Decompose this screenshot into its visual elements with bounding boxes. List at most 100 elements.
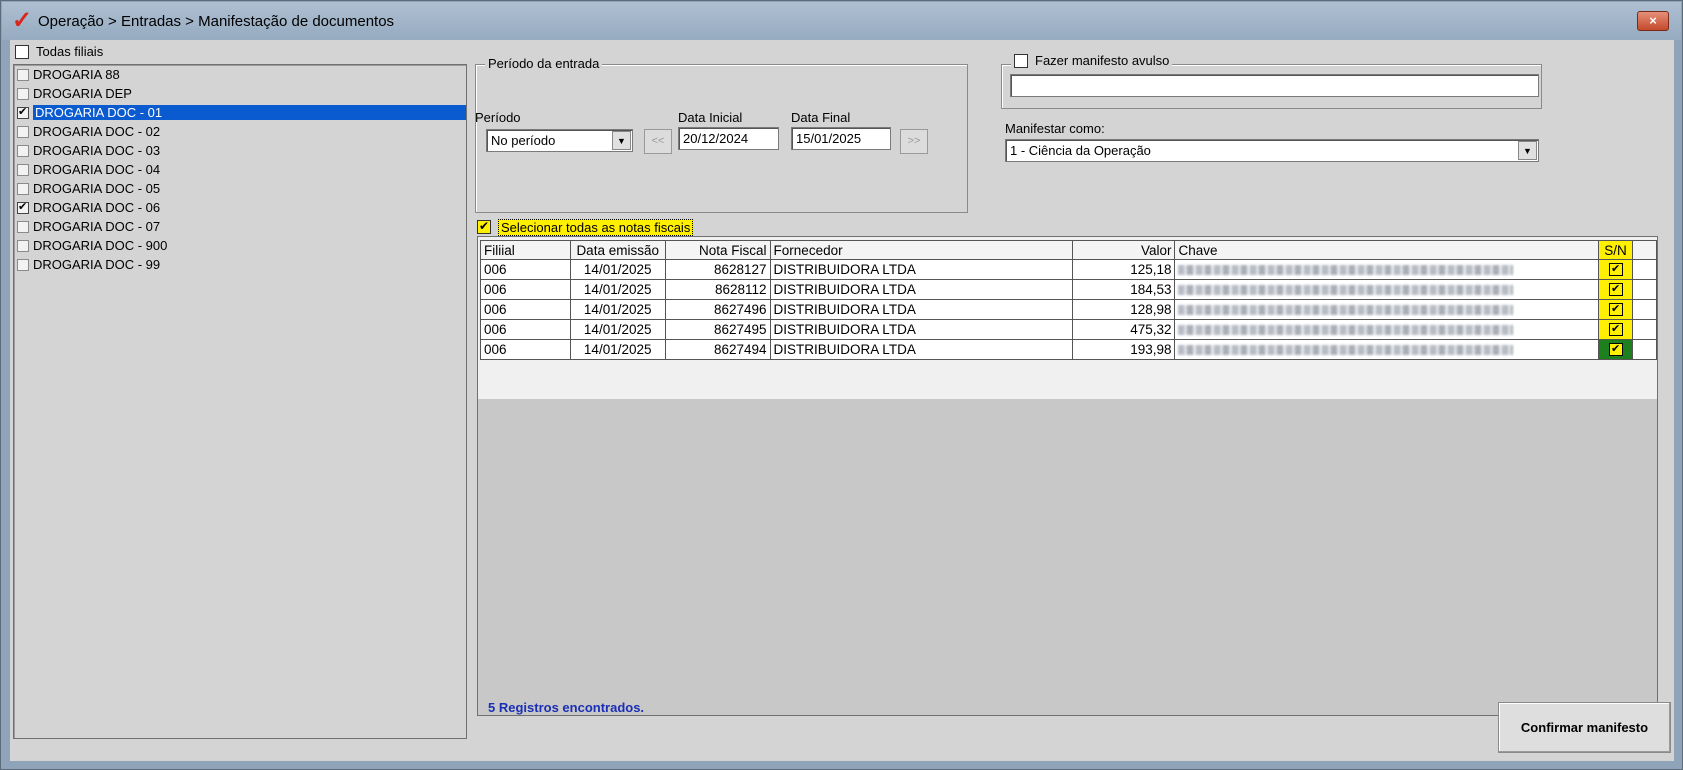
filial-list-item[interactable]: DROGARIA DOC - 02 (14, 122, 466, 141)
table-row[interactable]: 006 14/01/2025 8627494 DISTRIBUIDORA LTDA 19… (480, 339, 1657, 360)
cell-nota-fiscal: 8628112 (664, 279, 771, 300)
avulso-checkbox[interactable]: Fazer manifesto avulso (1011, 53, 1173, 68)
cell-filial: 006 (480, 319, 571, 340)
checkbox-icon[interactable] (17, 182, 29, 195)
table-row[interactable]: 006 14/01/2025 8628127 DISTRIBUIDORA LTDA 12… (480, 259, 1657, 280)
col-header-filial[interactable]: Filiial (480, 240, 571, 260)
filial-label: DROGARIA DOC - 06 (33, 200, 161, 215)
cell-chave (1174, 259, 1600, 280)
filial-label: DROGARIA DOC - 05 (33, 181, 161, 196)
cell-chave (1174, 279, 1600, 300)
cell-sn[interactable]: ✔ (1598, 299, 1634, 320)
checkbox-checked-icon[interactable] (17, 200, 29, 214)
filial-list-item[interactable]: DROGARIA DOC - 07 (14, 217, 466, 236)
cell-sn[interactable]: ✔ (1598, 279, 1634, 300)
cell-filial: 006 (480, 299, 571, 320)
col-header-sn[interactable]: S/N (1598, 240, 1634, 260)
avulso-input[interactable] (1010, 74, 1539, 97)
periodo-label: Período (475, 110, 521, 125)
table-row[interactable]: 006 14/01/2025 8627496 DISTRIBUIDORA LTDA 12… (480, 299, 1657, 320)
redacted-key (1178, 305, 1514, 316)
checkbox-icon[interactable] (17, 125, 29, 138)
confirmar-manifesto-button[interactable]: Confirmar manifesto (1498, 702, 1671, 753)
sn-checkbox[interactable]: ✔ (1608, 343, 1623, 356)
cell-chave (1174, 299, 1600, 320)
avulso-label: Fazer manifesto avulso (1035, 53, 1170, 68)
checkbox-icon[interactable] (17, 144, 29, 157)
table-row[interactable]: 006 14/01/2025 8628112 DISTRIBUIDORA LTDA 18… (480, 279, 1657, 300)
filial-list-item[interactable]: DROGARIA DOC - 06 (14, 198, 466, 217)
cell-data-emissao: 14/01/2025 (569, 299, 666, 320)
cell-filial: 006 (480, 279, 571, 300)
prev-period-button[interactable]: << (644, 129, 672, 154)
window-title: Operação > Entradas > Manifestação de do… (38, 12, 395, 30)
sn-checkbox[interactable]: ✔ (1608, 323, 1623, 336)
cell-nota-fiscal: 8627494 (664, 339, 771, 360)
data-inicial-label: Data Inicial (678, 110, 743, 125)
checkbox-icon[interactable] (17, 258, 29, 271)
cell-empty (1632, 259, 1657, 280)
redacted-key (1178, 285, 1514, 296)
filial-label: DROGARIA DOC - 99 (33, 257, 161, 272)
checkbox-icon[interactable] (17, 87, 29, 100)
filial-label: DROGARIA DOC - 03 (33, 143, 161, 158)
filial-list-item[interactable]: DROGARIA DOC - 03 (14, 141, 466, 160)
col-header-data-emissao[interactable]: Data emissão (569, 240, 666, 260)
col-header-fornecedor[interactable]: Fornecedor (769, 240, 1073, 260)
periodo-select[interactable]: No período ▼ (486, 129, 633, 152)
table-row[interactable]: 006 14/01/2025 8627495 DISTRIBUIDORA LTDA 47… (480, 319, 1657, 340)
redacted-key (1178, 325, 1514, 336)
manifestar-select-value: 1 - Ciência da Operação (1010, 143, 1151, 158)
checkbox-icon[interactable] (17, 239, 29, 252)
notas-grid[interactable]: Filiial Data emissão Nota Fiscal Fornece… (477, 236, 1658, 716)
next-period-button[interactable]: >> (900, 129, 928, 154)
filial-label: DROGARIA DOC - 900 (33, 238, 168, 253)
col-header-empty (1632, 240, 1657, 260)
filial-label: DROGARIA DOC - 04 (33, 162, 161, 177)
selecionar-todas-checkbox[interactable]: Selecionar todas as notas fiscais (477, 218, 694, 236)
cell-fornecedor: DISTRIBUIDORA LTDA (769, 319, 1073, 340)
filial-list-item[interactable]: DROGARIA DOC - 99 (14, 255, 466, 274)
cell-filial: 006 (480, 259, 571, 280)
chevron-down-icon[interactable]: ▼ (1518, 141, 1537, 160)
filial-list-item[interactable]: DROGARIA 88 (14, 65, 466, 84)
col-header-nota-fiscal[interactable]: Nota Fiscal (664, 240, 771, 260)
checkbox-checked-icon (477, 219, 491, 234)
cell-sn[interactable]: ✔ (1598, 319, 1634, 340)
filial-list-item[interactable]: DROGARIA DEP (14, 84, 466, 103)
data-inicial-field[interactable]: 20/12/2024 (678, 127, 779, 150)
close-button[interactable]: × (1637, 11, 1669, 31)
cell-valor: 193,98 (1071, 339, 1176, 360)
title-bar[interactable]: ✓ Operação > Entradas > Manifestação de … (2, 2, 1681, 40)
manifestar-select[interactable]: 1 - Ciência da Operação ▼ (1005, 139, 1539, 162)
cell-empty (1632, 299, 1657, 320)
col-header-valor[interactable]: Valor (1071, 240, 1176, 260)
filiais-list[interactable]: DROGARIA 88 DROGARIA DEP DROGARIA DOC - 01… (13, 64, 467, 739)
cell-nota-fiscal: 8628127 (664, 259, 771, 280)
redacted-key (1178, 345, 1514, 356)
checkbox-checked-icon[interactable] (17, 105, 29, 119)
filial-list-item[interactable]: DROGARIA DOC - 05 (14, 179, 466, 198)
col-header-chave[interactable]: Chave (1174, 240, 1600, 260)
cell-sn[interactable]: ✔ (1598, 259, 1634, 280)
filial-list-item[interactable]: DROGARIA DOC - 900 (14, 236, 466, 255)
periodo-group-title: Período da entrada (485, 56, 603, 71)
checkbox-icon (15, 44, 29, 59)
cell-sn[interactable]: ✔ (1598, 339, 1634, 360)
todas-filiais-checkbox[interactable]: Todas filiais (15, 44, 103, 59)
chevron-down-icon[interactable]: ▼ (612, 131, 631, 150)
cell-nota-fiscal: 8627496 (664, 299, 771, 320)
checkbox-icon[interactable] (17, 68, 29, 81)
cell-data-emissao: 14/01/2025 (569, 259, 666, 280)
sn-checkbox[interactable]: ✔ (1608, 263, 1623, 276)
sn-checkbox[interactable]: ✔ (1608, 283, 1623, 296)
cell-valor: 184,53 (1071, 279, 1176, 300)
checkbox-icon[interactable] (17, 163, 29, 176)
data-final-field[interactable]: 15/01/2025 (791, 127, 891, 150)
filial-list-item[interactable]: DROGARIA DOC - 01 (14, 103, 466, 122)
sn-checkbox[interactable]: ✔ (1608, 303, 1623, 316)
checkbox-icon[interactable] (17, 220, 29, 233)
checkbox-icon (1014, 53, 1028, 68)
filial-list-item[interactable]: DROGARIA DOC - 04 (14, 160, 466, 179)
cell-nota-fiscal: 8627495 (664, 319, 771, 340)
